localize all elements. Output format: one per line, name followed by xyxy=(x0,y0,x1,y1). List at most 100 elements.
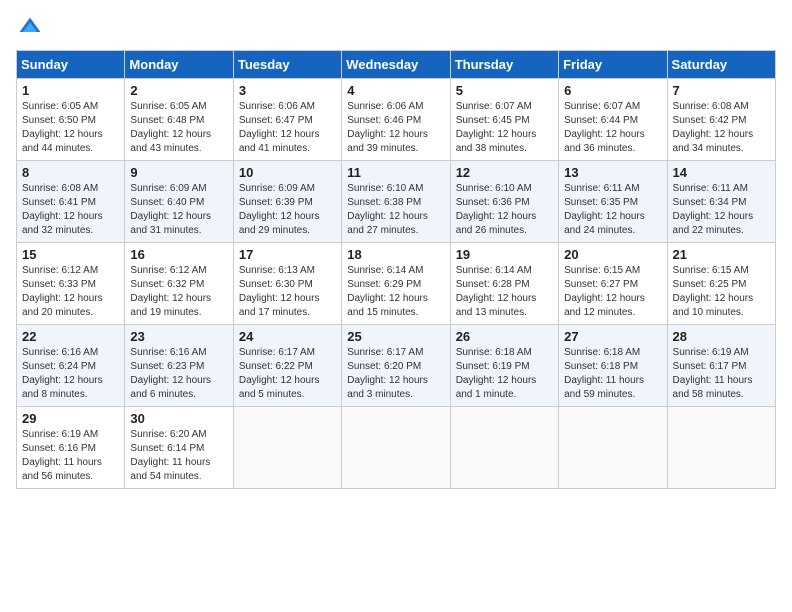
calendar-cell: 8 Sunrise: 6:08 AMSunset: 6:41 PMDaylight… xyxy=(17,161,125,243)
calendar-header-friday: Friday xyxy=(559,51,667,79)
day-number: 28 xyxy=(673,329,770,344)
day-info: Sunrise: 6:17 AMSunset: 6:22 PMDaylight:… xyxy=(239,346,336,402)
calendar-week-row: 29Sunrise: 6:19 AMSunset: 6:16 PMDayligh… xyxy=(17,407,776,489)
day-number: 22 xyxy=(22,329,119,344)
calendar-header-saturday: Saturday xyxy=(667,51,775,79)
day-info: Sunrise: 6:12 AMSunset: 6:33 PMDaylight:… xyxy=(22,264,119,320)
calendar-cell: 29Sunrise: 6:19 AMSunset: 6:16 PMDayligh… xyxy=(17,407,125,489)
calendar-cell: 6Sunrise: 6:07 AMSunset: 6:44 PMDaylight… xyxy=(559,79,667,161)
day-number: 20 xyxy=(564,247,661,262)
calendar-cell: 1Sunrise: 6:05 AMSunset: 6:50 PMDaylight… xyxy=(17,79,125,161)
calendar-cell: 18Sunrise: 6:14 AMSunset: 6:29 PMDayligh… xyxy=(342,243,450,325)
day-number: 30 xyxy=(130,411,227,426)
day-info: Sunrise: 6:05 AMSunset: 6:48 PMDaylight:… xyxy=(130,100,227,156)
calendar-header-thursday: Thursday xyxy=(450,51,558,79)
calendar-cell xyxy=(233,407,341,489)
day-number: 6 xyxy=(564,83,661,98)
logo-icon xyxy=(18,16,42,40)
calendar-cell xyxy=(450,407,558,489)
day-number: 12 xyxy=(456,165,553,180)
day-number: 2 xyxy=(130,83,227,98)
calendar-cell: 30 Sunrise: 6:20 AMSunset: 6:14 PMDayligh… xyxy=(125,407,233,489)
calendar-week-row: 15 Sunrise: 6:12 AMSunset: 6:33 PMDayligh… xyxy=(17,243,776,325)
calendar-header-tuesday: Tuesday xyxy=(233,51,341,79)
day-number: 4 xyxy=(347,83,444,98)
calendar-cell: 22 Sunrise: 6:16 AMSunset: 6:24 PMDayligh… xyxy=(17,325,125,407)
calendar-cell: 27 Sunrise: 6:18 AMSunset: 6:18 PMDayligh… xyxy=(559,325,667,407)
calendar-body: 1Sunrise: 6:05 AMSunset: 6:50 PMDaylight… xyxy=(17,79,776,489)
calendar-cell: 2 Sunrise: 6:05 AMSunset: 6:48 PMDaylight… xyxy=(125,79,233,161)
calendar-cell: 20 Sunrise: 6:15 AMSunset: 6:27 PMDayligh… xyxy=(559,243,667,325)
day-info: Sunrise: 6:08 AMSunset: 6:41 PMDaylight:… xyxy=(22,182,119,238)
calendar-header-monday: Monday xyxy=(125,51,233,79)
day-info: Sunrise: 6:10 AMSunset: 6:38 PMDaylight:… xyxy=(347,182,444,238)
day-number: 5 xyxy=(456,83,553,98)
day-info: Sunrise: 6:16 AMSunset: 6:24 PMDaylight:… xyxy=(22,346,119,402)
calendar-cell: 14 Sunrise: 6:11 AMSunset: 6:34 PMDayligh… xyxy=(667,161,775,243)
day-number: 23 xyxy=(130,329,227,344)
calendar-cell: 15 Sunrise: 6:12 AMSunset: 6:33 PMDayligh… xyxy=(17,243,125,325)
calendar-table: SundayMondayTuesdayWednesdayThursdayFrid… xyxy=(16,50,776,489)
calendar-cell: 16 Sunrise: 6:12 AMSunset: 6:32 PMDayligh… xyxy=(125,243,233,325)
day-info: Sunrise: 6:08 AMSunset: 6:42 PMDaylight:… xyxy=(673,100,770,156)
day-info: Sunrise: 6:18 AMSunset: 6:19 PMDaylight:… xyxy=(456,346,553,402)
calendar-cell: 12 Sunrise: 6:10 AMSunset: 6:36 PMDayligh… xyxy=(450,161,558,243)
calendar-cell: 19 Sunrise: 6:14 AMSunset: 6:28 PMDayligh… xyxy=(450,243,558,325)
calendar-cell: 21 Sunrise: 6:15 AMSunset: 6:25 PMDayligh… xyxy=(667,243,775,325)
day-info: Sunrise: 6:16 AMSunset: 6:23 PMDaylight:… xyxy=(130,346,227,402)
day-number: 7 xyxy=(673,83,770,98)
calendar-cell: 24Sunrise: 6:17 AMSunset: 6:22 PMDayligh… xyxy=(233,325,341,407)
day-number: 10 xyxy=(239,165,336,180)
day-info: Sunrise: 6:19 AMSunset: 6:16 PMDaylight:… xyxy=(22,428,119,484)
calendar-cell: 25 Sunrise: 6:17 AMSunset: 6:20 PMDayligh… xyxy=(342,325,450,407)
day-info: Sunrise: 6:15 AMSunset: 6:25 PMDaylight:… xyxy=(673,264,770,320)
day-info: Sunrise: 6:05 AMSunset: 6:50 PMDaylight:… xyxy=(22,100,119,156)
day-info: Sunrise: 6:20 AMSunset: 6:14 PMDaylight:… xyxy=(130,428,227,484)
day-number: 9 xyxy=(130,165,227,180)
calendar-week-row: 22 Sunrise: 6:16 AMSunset: 6:24 PMDayligh… xyxy=(17,325,776,407)
calendar-cell xyxy=(342,407,450,489)
day-info: Sunrise: 6:11 AMSunset: 6:34 PMDaylight:… xyxy=(673,182,770,238)
calendar-header-wednesday: Wednesday xyxy=(342,51,450,79)
day-number: 8 xyxy=(22,165,119,180)
calendar-cell: 17Sunrise: 6:13 AMSunset: 6:30 PMDayligh… xyxy=(233,243,341,325)
day-info: Sunrise: 6:09 AMSunset: 6:39 PMDaylight:… xyxy=(239,182,336,238)
day-number: 19 xyxy=(456,247,553,262)
day-info: Sunrise: 6:06 AMSunset: 6:47 PMDaylight:… xyxy=(239,100,336,156)
day-info: Sunrise: 6:10 AMSunset: 6:36 PMDaylight:… xyxy=(456,182,553,238)
calendar-week-row: 8 Sunrise: 6:08 AMSunset: 6:41 PMDaylight… xyxy=(17,161,776,243)
calendar-cell: 28Sunrise: 6:19 AMSunset: 6:17 PMDayligh… xyxy=(667,325,775,407)
day-number: 16 xyxy=(130,247,227,262)
day-info: Sunrise: 6:18 AMSunset: 6:18 PMDaylight:… xyxy=(564,346,661,402)
calendar-cell: 5 Sunrise: 6:07 AMSunset: 6:45 PMDaylight… xyxy=(450,79,558,161)
day-info: Sunrise: 6:12 AMSunset: 6:32 PMDaylight:… xyxy=(130,264,227,320)
day-info: Sunrise: 6:09 AMSunset: 6:40 PMDaylight:… xyxy=(130,182,227,238)
day-number: 26 xyxy=(456,329,553,344)
day-number: 11 xyxy=(347,165,444,180)
page-header xyxy=(16,16,776,40)
calendar-cell: 4 Sunrise: 6:06 AMSunset: 6:46 PMDaylight… xyxy=(342,79,450,161)
day-info: Sunrise: 6:07 AMSunset: 6:45 PMDaylight:… xyxy=(456,100,553,156)
calendar-cell: 13Sunrise: 6:11 AMSunset: 6:35 PMDayligh… xyxy=(559,161,667,243)
day-number: 27 xyxy=(564,329,661,344)
calendar-week-row: 1Sunrise: 6:05 AMSunset: 6:50 PMDaylight… xyxy=(17,79,776,161)
day-info: Sunrise: 6:14 AMSunset: 6:28 PMDaylight:… xyxy=(456,264,553,320)
day-info: Sunrise: 6:17 AMSunset: 6:20 PMDaylight:… xyxy=(347,346,444,402)
calendar-cell: 7 Sunrise: 6:08 AMSunset: 6:42 PMDaylight… xyxy=(667,79,775,161)
calendar-cell: 26 Sunrise: 6:18 AMSunset: 6:19 PMDayligh… xyxy=(450,325,558,407)
calendar-cell: 23 Sunrise: 6:16 AMSunset: 6:23 PMDayligh… xyxy=(125,325,233,407)
calendar-cell xyxy=(559,407,667,489)
day-number: 21 xyxy=(673,247,770,262)
day-number: 15 xyxy=(22,247,119,262)
calendar-cell: 10 Sunrise: 6:09 AMSunset: 6:39 PMDayligh… xyxy=(233,161,341,243)
calendar-header-sunday: Sunday xyxy=(17,51,125,79)
day-number: 25 xyxy=(347,329,444,344)
day-info: Sunrise: 6:14 AMSunset: 6:29 PMDaylight:… xyxy=(347,264,444,320)
calendar-cell: 11 Sunrise: 6:10 AMSunset: 6:38 PMDayligh… xyxy=(342,161,450,243)
day-number: 14 xyxy=(673,165,770,180)
day-info: Sunrise: 6:15 AMSunset: 6:27 PMDaylight:… xyxy=(564,264,661,320)
day-info: Sunrise: 6:11 AMSunset: 6:35 PMDaylight:… xyxy=(564,182,661,238)
calendar-header-row: SundayMondayTuesdayWednesdayThursdayFrid… xyxy=(17,51,776,79)
calendar-cell: 9 Sunrise: 6:09 AMSunset: 6:40 PMDaylight… xyxy=(125,161,233,243)
day-info: Sunrise: 6:06 AMSunset: 6:46 PMDaylight:… xyxy=(347,100,444,156)
